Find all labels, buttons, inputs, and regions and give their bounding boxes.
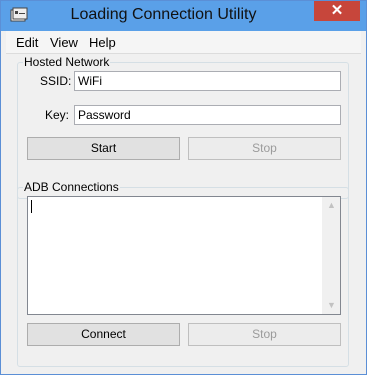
ssid-input[interactable]: WiFi (74, 71, 341, 91)
text-caret (31, 200, 32, 213)
stop-hosted-button[interactable]: Stop (188, 137, 341, 160)
menu-edit[interactable]: Edit (16, 35, 38, 50)
hosted-network-legend: Hosted Network (24, 55, 110, 69)
scroll-up-arrow-icon[interactable]: ▲ (327, 201, 336, 210)
scroll-down-arrow-icon[interactable]: ▼ (327, 301, 336, 310)
adb-connections-legend: ADB Connections (24, 180, 119, 194)
adb-log-textarea[interactable]: ▲ ▼ (27, 196, 341, 315)
window-title: Loading Connection Utility (70, 6, 257, 23)
key-input[interactable]: Password (74, 105, 341, 125)
start-button[interactable]: Start (27, 137, 180, 160)
app-window: Loading Connection Utility ✕ Edit View H… (0, 0, 367, 375)
vertical-scrollbar[interactable]: ▲ ▼ (322, 197, 340, 314)
ssid-label: SSID: (40, 74, 72, 88)
title-bar[interactable]: Loading Connection Utility ✕ (1, 1, 366, 31)
close-icon: ✕ (330, 2, 344, 19)
client-area: Edit View Help Hosted Network SSID: WiFi… (6, 31, 361, 369)
connect-button[interactable]: Connect (27, 323, 180, 346)
menu-bar: Edit View Help (6, 31, 361, 54)
menu-help[interactable]: Help (89, 35, 116, 50)
close-button[interactable]: ✕ (314, 1, 360, 21)
menu-view[interactable]: View (50, 35, 78, 50)
key-label: Key: (45, 108, 70, 122)
stop-adb-button[interactable]: Stop (188, 323, 341, 346)
